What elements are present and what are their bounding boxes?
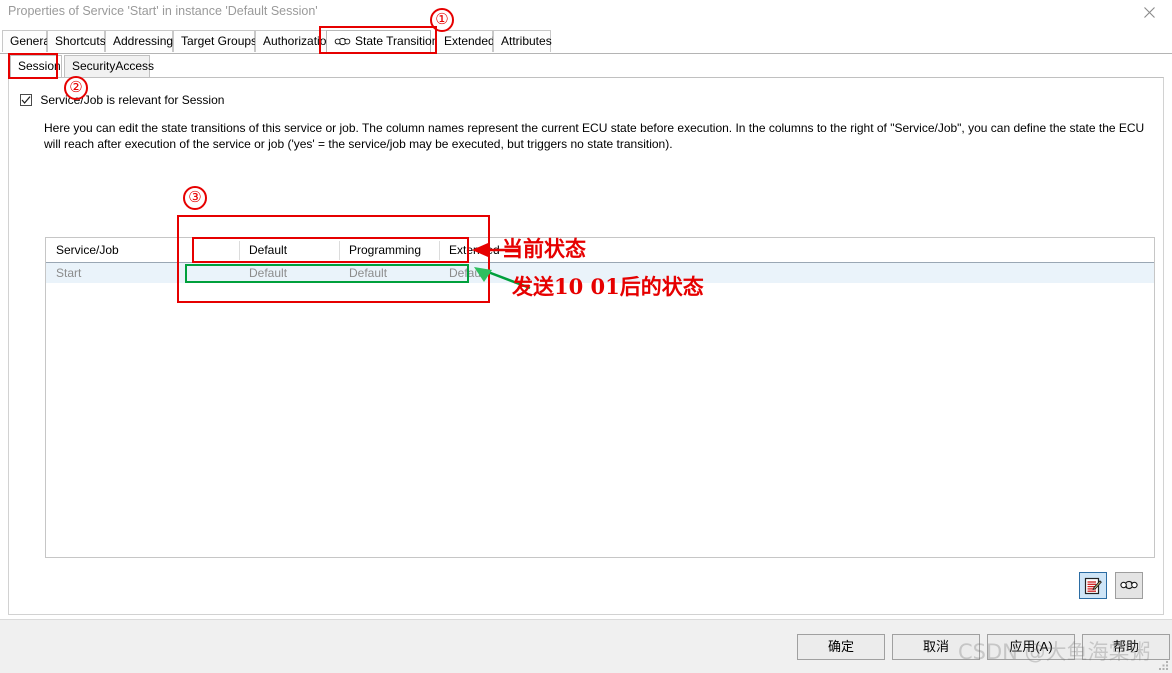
- tab-label: Addressing: [113, 34, 174, 48]
- tab-addressing[interactable]: Addressing: [105, 30, 173, 52]
- table-cell[interactable]: Default: [249, 263, 354, 283]
- resize-grip-icon[interactable]: [1157, 659, 1169, 671]
- tab-label: State Transitions: [355, 34, 445, 48]
- edit-document-icon: [1084, 577, 1102, 595]
- tab-extended[interactable]: Extended: [436, 30, 495, 52]
- column-divider[interactable]: [239, 241, 240, 260]
- table-header-row: Service/Job Default Programming Extended: [46, 238, 1154, 263]
- main-tab-bar: General Shortcuts Addressing Target Groups A…: [0, 30, 1172, 54]
- checkbox-label: Service/Job is relevant for Session: [40, 93, 225, 107]
- subtab-session[interactable]: Session: [10, 55, 62, 77]
- window-titlebar: Properties of Service 'Start' in instanc…: [0, 0, 1172, 28]
- table-cell[interactable]: Default: [449, 263, 554, 283]
- tab-label: Extended: [444, 34, 495, 48]
- window-title: Properties of Service 'Start' in instanc…: [8, 4, 318, 18]
- table-row[interactable]: Start Default Default Default: [46, 263, 1154, 283]
- tab-label: Target Groups: [181, 34, 258, 48]
- description-text: Here you can edit the state transitions …: [44, 121, 1145, 151]
- tab-target-groups[interactable]: Target Groups: [173, 30, 258, 52]
- tab-shortcuts[interactable]: Shortcuts: [47, 30, 106, 52]
- column-divider[interactable]: [439, 241, 440, 260]
- edit-table-button[interactable]: [1079, 572, 1107, 599]
- tab-general[interactable]: General: [2, 30, 53, 52]
- table-cell[interactable]: Default: [349, 263, 454, 283]
- table-header-cell[interactable]: Service/Job: [56, 238, 216, 262]
- tab-state-transitions[interactable]: State Transitions: [326, 30, 444, 55]
- state-transitions-button[interactable]: [1115, 572, 1143, 599]
- sub-tab-bar: Session SecurityAccess: [8, 55, 1164, 79]
- subtab-label: Session: [18, 59, 61, 73]
- button-label: 取消: [922, 639, 949, 654]
- table-cell[interactable]: Start: [56, 263, 216, 283]
- state-transitions-icon: [334, 34, 351, 55]
- subtab-securityaccess[interactable]: SecurityAccess: [64, 55, 154, 77]
- state-transitions-icon: [1120, 580, 1138, 590]
- tab-label: Attributes: [501, 34, 552, 48]
- column-divider[interactable]: [339, 241, 340, 260]
- tab-label: Shortcuts: [55, 34, 106, 48]
- checkmark-icon[interactable]: [20, 94, 32, 106]
- watermark: CSDN @大鱼海棠粥: [958, 640, 1151, 664]
- table-header-cell[interactable]: Extended: [449, 238, 554, 262]
- button-label: 确定: [827, 639, 854, 654]
- close-icon[interactable]: [1132, 2, 1166, 24]
- tab-authorization[interactable]: Authorization: [255, 30, 334, 52]
- tab-label: Authorization: [263, 34, 334, 48]
- relevant-for-session-checkbox[interactable]: Service/Job is relevant for Session: [20, 93, 224, 109]
- state-transitions-table[interactable]: Service/Job Default Programming Extended St…: [45, 237, 1155, 558]
- tab-attributes[interactable]: Attributes: [493, 30, 552, 52]
- ok-button[interactable]: 确定: [797, 634, 885, 660]
- subtab-label: SecurityAccess: [72, 59, 155, 73]
